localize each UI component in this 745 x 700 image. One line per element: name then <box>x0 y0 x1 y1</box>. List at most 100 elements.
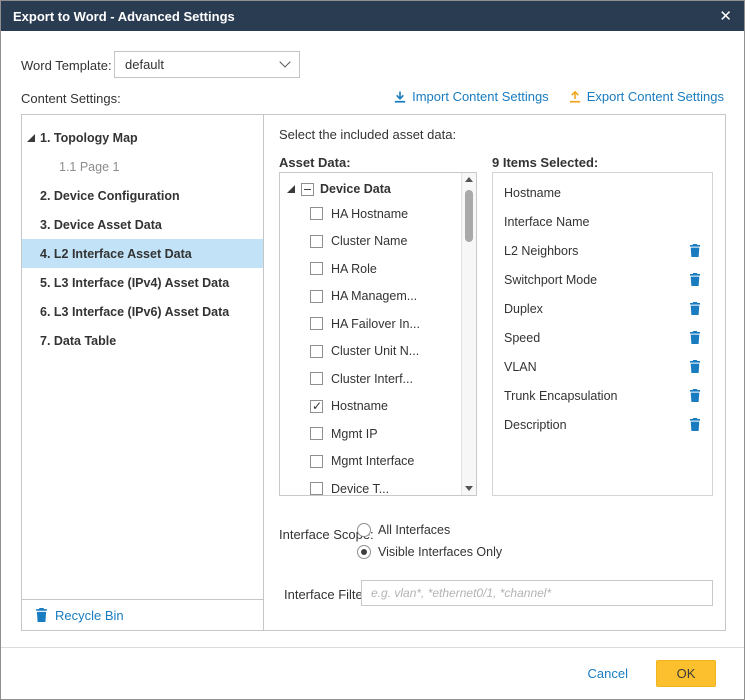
radio-icon[interactable] <box>357 545 371 559</box>
dialog-footer: Cancel OK <box>1 647 744 699</box>
trash-icon[interactable] <box>689 302 701 315</box>
tree-item-label: 4. L2 Interface Asset Data <box>40 247 192 261</box>
tree-item-label: 5. L3 Interface (IPv4) Asset Data <box>40 276 229 290</box>
checkbox-icon[interactable] <box>310 345 323 358</box>
trash-icon[interactable] <box>689 389 701 402</box>
collapse-minus-icon[interactable] <box>301 183 314 196</box>
import-content-settings-link[interactable]: Import Content Settings <box>394 89 549 104</box>
checkbox-label: Cluster Unit N... <box>331 344 419 358</box>
close-icon[interactable]: ✕ <box>719 9 732 24</box>
tree-item-device-configuration[interactable]: 2. Device Configuration <box>22 181 263 210</box>
asset-checkbox-row[interactable]: HA Failover In... <box>280 310 476 338</box>
asset-checkbox-row[interactable]: Cluster Name <box>280 228 476 256</box>
selected-item-row: Switchport Mode <box>493 265 712 294</box>
trash-icon <box>35 608 48 622</box>
word-template-label: Word Template: <box>21 58 112 73</box>
selected-item-label: VLAN <box>504 360 537 374</box>
checkbox-icon[interactable] <box>310 207 323 220</box>
selected-item-row: Trunk Encapsulation <box>493 381 712 410</box>
checkbox-label: Cluster Interf... <box>331 372 413 386</box>
settings-panels: 1. Topology Map 1.1 Page 1 2. Device Con… <box>21 114 726 631</box>
checkbox-label: Mgmt Interface <box>331 454 414 468</box>
radio-icon[interactable] <box>357 523 371 537</box>
asset-checkbox-row[interactable]: HA Hostname <box>280 200 476 228</box>
checkbox-icon[interactable] <box>310 262 323 275</box>
tree-item-topology-map[interactable]: 1. Topology Map <box>22 123 263 152</box>
tree-item-label: 6. L3 Interface (IPv6) Asset Data <box>40 305 229 319</box>
selected-item-row: L2 Neighbors <box>493 236 712 265</box>
checkbox-icon[interactable] <box>310 400 323 413</box>
radio-all-interfaces[interactable]: All Interfaces <box>357 523 450 537</box>
tree-item-device-asset-data[interactable]: 3. Device Asset Data <box>22 210 263 239</box>
asset-checkbox-row[interactable]: Device T... <box>280 475 476 496</box>
items-selected-column-label: 9 Items Selected: <box>492 155 598 170</box>
cancel-button[interactable]: Cancel <box>588 666 628 681</box>
selected-item-label: Interface Name <box>504 215 589 229</box>
asset-checkbox-row[interactable]: Mgmt IP <box>280 420 476 448</box>
trash-icon[interactable] <box>689 273 701 286</box>
asset-checkbox-row[interactable]: Cluster Interf... <box>280 365 476 393</box>
checkbox-icon[interactable] <box>310 455 323 468</box>
content-tree-panel: 1. Topology Map 1.1 Page 1 2. Device Con… <box>22 115 264 630</box>
tree-item-l3-ipv6-asset-data[interactable]: 6. L3 Interface (IPv6) Asset Data <box>22 297 263 326</box>
tree-item-label: 2. Device Configuration <box>40 189 180 203</box>
export-to-word-dialog: Export to Word - Advanced Settings ✕ Wor… <box>0 0 745 700</box>
selected-items-list: Hostname Interface Name L2 Neighbors Swi… <box>492 172 713 496</box>
asset-checkbox-row[interactable]: Mgmt Interface <box>280 448 476 476</box>
checkbox-icon[interactable] <box>310 482 323 495</box>
scroll-up-arrow-icon[interactable] <box>462 173 476 187</box>
asset-list-scrollbar[interactable] <box>461 173 476 495</box>
radio-label: All Interfaces <box>378 523 450 537</box>
checkbox-label: HA Failover In... <box>331 317 420 331</box>
recycle-bin-button[interactable]: Recycle Bin <box>22 599 263 630</box>
selected-item-row: Interface Name <box>493 207 712 236</box>
expand-triangle-icon[interactable] <box>287 185 295 193</box>
trash-icon[interactable] <box>689 418 701 431</box>
selected-item-row: VLAN <box>493 352 712 381</box>
export-content-settings-link[interactable]: Export Content Settings <box>569 89 724 104</box>
expand-triangle-icon[interactable] <box>27 134 35 142</box>
selected-item-label: L2 Neighbors <box>504 244 578 258</box>
dialog-titlebar: Export to Word - Advanced Settings ✕ <box>1 1 744 31</box>
selected-item-row: Duplex <box>493 294 712 323</box>
asset-data-list: Device Data HA Hostname Cluster Name HA … <box>279 172 477 496</box>
checkbox-label: Hostname <box>331 399 388 413</box>
asset-checkbox-row[interactable]: Hostname <box>280 393 476 421</box>
interface-filter-input[interactable] <box>361 580 713 606</box>
scroll-down-arrow-icon[interactable] <box>462 481 476 495</box>
dialog-title: Export to Word - Advanced Settings <box>13 9 235 24</box>
asset-checkbox-row[interactable]: Cluster Unit N... <box>280 338 476 366</box>
trash-icon[interactable] <box>689 244 701 257</box>
checkbox-icon[interactable] <box>310 317 323 330</box>
checkbox-label: HA Hostname <box>331 207 408 221</box>
checkbox-label: Cluster Name <box>331 234 407 248</box>
tree-item-l3-ipv4-asset-data[interactable]: 5. L3 Interface (IPv4) Asset Data <box>22 268 263 297</box>
tree-item-data-table[interactable]: 7. Data Table <box>22 326 263 355</box>
checkbox-label: HA Role <box>331 262 377 276</box>
checkbox-icon[interactable] <box>310 235 323 248</box>
asset-checkbox-row[interactable]: HA Managem... <box>280 283 476 311</box>
selected-item-label: Hostname <box>504 186 561 200</box>
radio-label: Visible Interfaces Only <box>378 545 502 559</box>
asset-checkbox-row[interactable]: HA Role <box>280 255 476 283</box>
trash-icon[interactable] <box>689 360 701 373</box>
tree-item-page-1[interactable]: 1.1 Page 1 <box>22 152 263 181</box>
export-link-label: Export Content Settings <box>587 89 724 104</box>
checkbox-icon[interactable] <box>310 427 323 440</box>
content-tree: 1. Topology Map 1.1 Page 1 2. Device Con… <box>22 115 263 355</box>
selected-item-label: Duplex <box>504 302 543 316</box>
import-link-label: Import Content Settings <box>412 89 549 104</box>
scrollbar-thumb[interactable] <box>465 190 473 242</box>
checkbox-icon[interactable] <box>310 290 323 303</box>
content-settings-label: Content Settings: <box>21 91 121 106</box>
word-template-select[interactable]: default <box>114 51 300 78</box>
selected-item-label: Trunk Encapsulation <box>504 389 618 403</box>
import-download-icon <box>394 91 406 103</box>
ok-button[interactable]: OK <box>656 660 716 687</box>
radio-visible-interfaces-only[interactable]: Visible Interfaces Only <box>357 545 502 559</box>
checkbox-icon[interactable] <box>310 372 323 385</box>
trash-icon[interactable] <box>689 331 701 344</box>
tree-item-l2-interface-asset-data[interactable]: 4. L2 Interface Asset Data <box>22 239 263 268</box>
device-data-group-row[interactable]: Device Data <box>280 173 476 200</box>
export-upload-icon <box>569 91 581 103</box>
